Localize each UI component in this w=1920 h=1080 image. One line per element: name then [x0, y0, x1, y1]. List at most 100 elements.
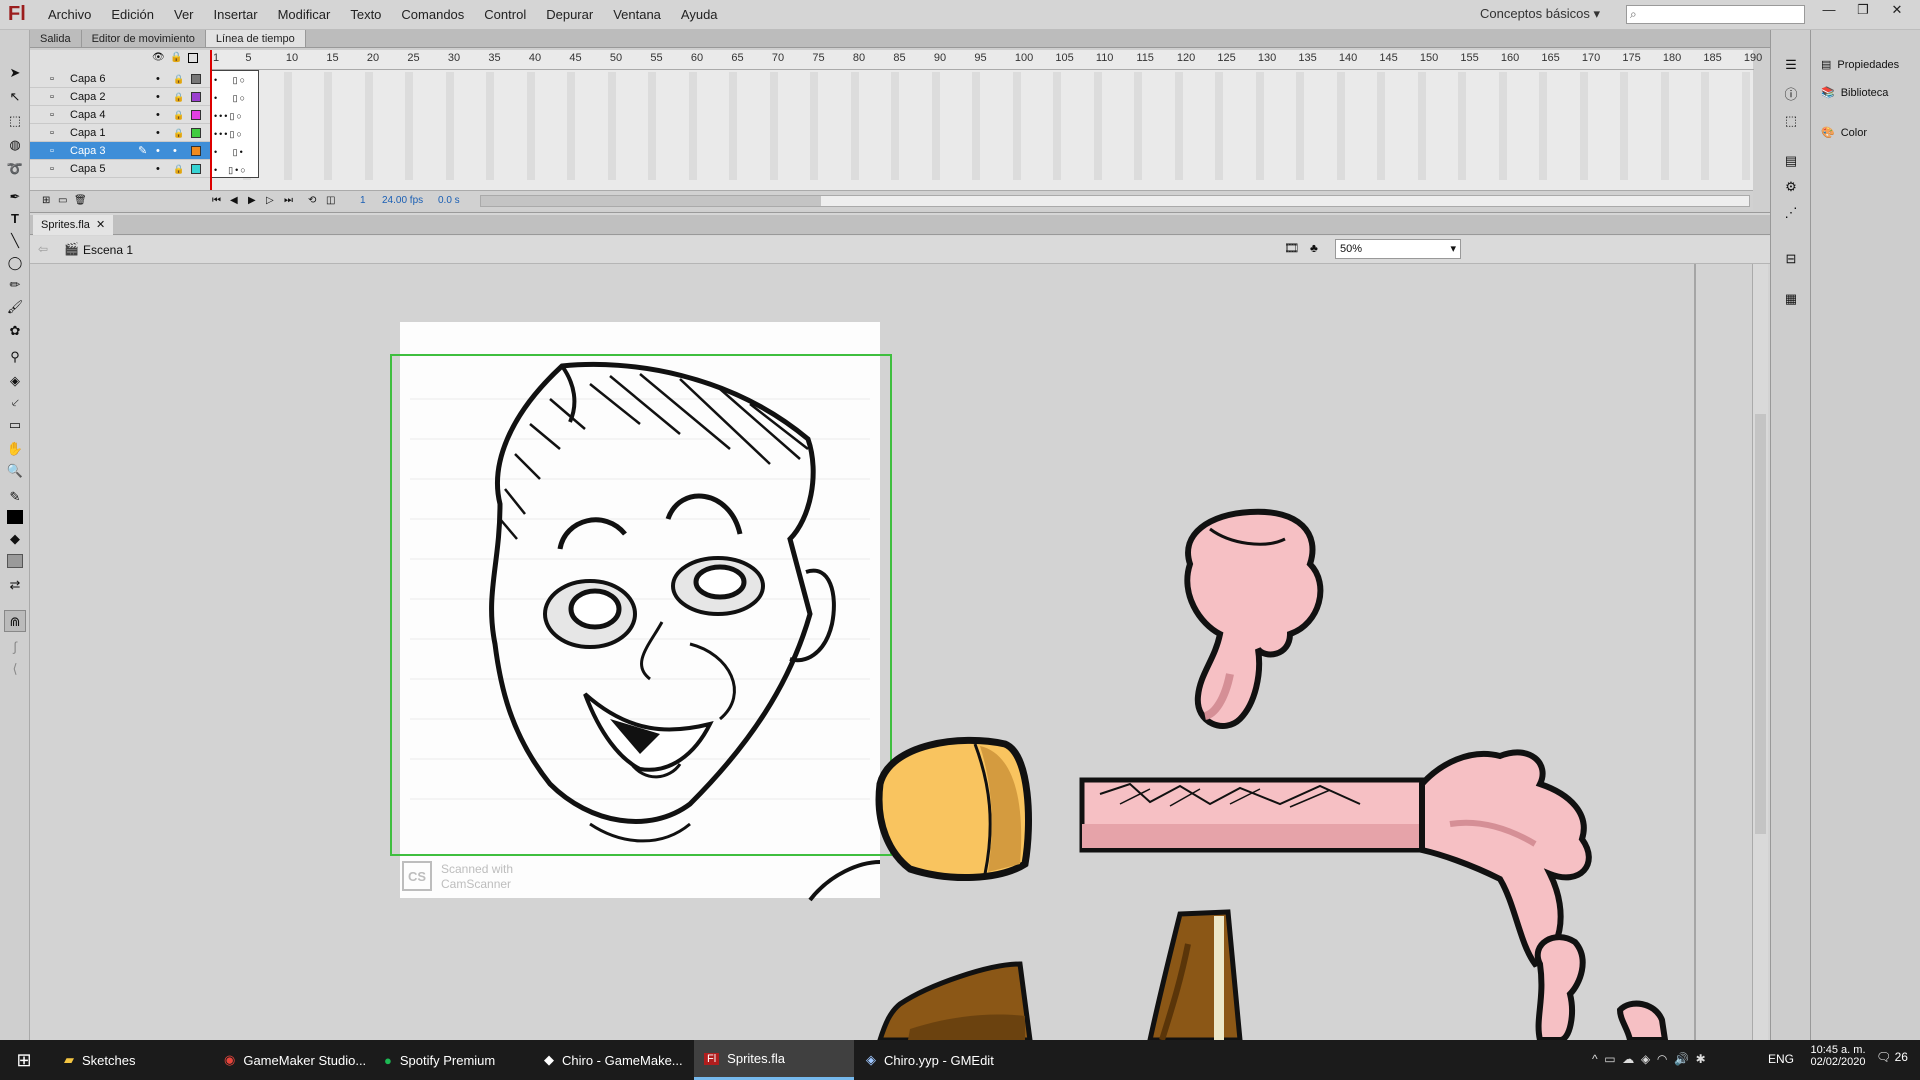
subselection-tool-icon[interactable]: ↖ [4, 86, 26, 108]
visible-dot[interactable]: • [156, 124, 160, 142]
current-frame[interactable]: 1 [360, 191, 366, 211]
frame-grid[interactable]: 1 5 10 15 20 25 30 35 40 45 50 55 60 65 70 75 80 85 90 95 10… [210, 50, 1762, 210]
step-forward-icon[interactable]: ▷ [266, 191, 274, 211]
visible-dot[interactable]: • [156, 70, 160, 88]
stage-vertical-scrollbar[interactable] [1752, 264, 1768, 1040]
panel-color[interactable]: 🎨 Color [1821, 126, 1867, 140]
taskbar-item-active[interactable]: Fl Sprites.fla [694, 1040, 854, 1080]
tab-timeline[interactable]: Línea de tiempo [205, 30, 306, 47]
layer-row[interactable]: ▫ Capa 2 • 🔒 [30, 88, 210, 106]
visible-dot[interactable]: • [156, 106, 160, 124]
bone-tool-icon[interactable]: ⚲ [4, 346, 26, 368]
playhead[interactable] [210, 50, 215, 190]
free-transform-tool-icon[interactable]: ⬚ [4, 110, 26, 132]
scroll-thumb[interactable] [481, 196, 821, 206]
taskbar-item[interactable]: ◈ Chiro.yyp - GMEdit [856, 1040, 1004, 1080]
swatches-panel-icon[interactable]: ▦ [1780, 288, 1802, 310]
go-last-icon[interactable]: ⏭ [284, 191, 293, 211]
zoom-select[interactable]: 50% ▾ [1335, 239, 1461, 259]
close-button[interactable]: ✕ [1880, 0, 1914, 22]
panel-library[interactable]: 📚 Biblioteca [1821, 86, 1888, 100]
taskbar-item[interactable]: ◉ GameMaker Studio... [214, 1040, 376, 1080]
thumb-down-hand-sprite[interactable] [1184, 508, 1324, 729]
fill-color-icon[interactable]: ◆ [4, 528, 26, 550]
menu-ver[interactable]: Ver [164, 0, 204, 30]
zoom-tool-icon[interactable]: 🔍 [4, 460, 26, 482]
line-tool-icon[interactable]: ╲ [4, 230, 26, 252]
eraser-tool-icon[interactable]: ▭ [4, 414, 26, 436]
deco-tool-icon[interactable]: ✿ [4, 320, 26, 342]
play-icon[interactable]: ▶ [248, 191, 256, 211]
selection-tool-icon[interactable]: ➤ [4, 62, 26, 84]
boot-sprite[interactable] [877, 909, 1243, 1040]
menu-ventana[interactable]: Ventana [603, 0, 671, 30]
info-panel-icon[interactable]: ⓘ [1780, 84, 1802, 106]
text-tool-icon[interactable]: T [4, 208, 26, 230]
workspace-switcher[interactable]: Conceptos básicos ▾ [1480, 0, 1600, 28]
breadcrumb-scene[interactable]: Escena 1 [83, 243, 133, 257]
layer-color-swatch[interactable] [191, 92, 201, 102]
back-arrow-icon[interactable]: ⇦ [38, 242, 48, 256]
layer-color-swatch[interactable] [191, 164, 201, 174]
menu-control[interactable]: Control [474, 0, 536, 30]
brush-tool-icon[interactable]: 🖌 [4, 296, 26, 318]
stage-canvas[interactable]: CS Scanned with CamScanner [30, 264, 1770, 1040]
pencil-tool-icon[interactable]: ✏ [4, 274, 26, 296]
help-search-input[interactable]: ⌕ [1626, 5, 1805, 24]
visible-dot[interactable]: • [173, 142, 177, 160]
lasso-tool-icon[interactable]: ➰ [4, 158, 26, 180]
notification-icon[interactable]: 🗨 26 [1876, 1050, 1908, 1064]
close-icon[interactable]: ✕ [96, 219, 105, 231]
menu-archivo[interactable]: Archivo [38, 0, 101, 30]
keyframes-block[interactable]: • ▯○ • ▯○ •••▯○ •••▯○ • ▯• • ▯•○ [211, 70, 259, 178]
minimize-button[interactable]: — [1812, 0, 1846, 22]
stroke-color-icon[interactable]: ✎ [4, 486, 26, 508]
history-panel-icon[interactable]: ⊟ [1780, 248, 1802, 270]
layer-color-swatch[interactable] [191, 128, 201, 138]
layer-row-selected[interactable]: ▫ Capa 3 ✎ • • [30, 142, 210, 160]
taskbar-item[interactable]: ▰ Sketches [54, 1040, 145, 1080]
3d-rotation-tool-icon[interactable]: ◍ [4, 134, 26, 156]
onion-skin-icon[interactable]: ◫ [326, 191, 335, 211]
lock-icon[interactable]: 🔒 [170, 52, 182, 63]
components-icon[interactable]: ⚙ [1780, 176, 1802, 198]
lock-icon[interactable]: 🔒 [173, 88, 184, 106]
layer-color-swatch[interactable] [191, 110, 201, 120]
arm-sprite[interactable] [1079, 749, 1592, 968]
layer-row[interactable]: ▫ Capa 5 • 🔒 [30, 160, 210, 178]
new-layer-icon[interactable]: ⊞ [42, 191, 50, 211]
taskbar-item[interactable]: ◆ Chiro - GameMake... [534, 1040, 693, 1080]
menu-edicion[interactable]: Edición [101, 0, 164, 30]
hand-fragment-sprite[interactable] [1534, 934, 1669, 1040]
visible-dot[interactable]: • [156, 142, 160, 160]
layer-row[interactable]: ▫ Capa 6 • 🔒 [30, 70, 210, 88]
clock[interactable]: 10:45 a. m. 02/02/2020 [1808, 1044, 1868, 1068]
eyedropper-tool-icon[interactable]: ⸔ [4, 392, 26, 414]
timeline-scrollbar[interactable] [480, 195, 1750, 207]
start-button[interactable]: ⊞ [4, 1040, 44, 1080]
align-panel-icon[interactable]: ☰ [1780, 54, 1802, 76]
lock-icon[interactable]: 🔒 [173, 160, 184, 178]
visible-dot[interactable]: • [156, 160, 160, 178]
layer-color-swatch[interactable] [191, 146, 201, 156]
menu-comandos[interactable]: Comandos [391, 0, 474, 30]
snap-to-objects-icon[interactable]: ⋒ [4, 610, 26, 632]
menu-modificar[interactable]: Modificar [268, 0, 341, 30]
hand-tool-icon[interactable]: ✋ [4, 438, 26, 460]
language-indicator[interactable]: ENG [1768, 1052, 1794, 1066]
motion-presets-icon[interactable]: ⋰ [1780, 202, 1802, 224]
scanned-sketch-image[interactable]: CS Scanned with CamScanner [390, 322, 892, 898]
new-folder-icon[interactable]: ▭ [58, 191, 67, 211]
step-back-icon[interactable]: ◀ [230, 191, 238, 211]
loop-icon[interactable]: ⟲ [308, 191, 316, 211]
frame-rate[interactable]: 24.00 fps [382, 191, 423, 211]
edit-symbol-icon[interactable]: ♣ [1310, 241, 1318, 255]
outline-icon[interactable] [188, 53, 198, 63]
panel-properties[interactable]: ▤ Propiedades [1821, 58, 1899, 72]
taskbar-item[interactable]: ● Spotify Premium [374, 1040, 505, 1080]
lock-icon[interactable]: 🔒 [173, 106, 184, 124]
tray-icons[interactable]: ^ ▭ ☁ ◈ ◠ 🔊 ✱ [1592, 1052, 1706, 1066]
menu-texto[interactable]: Texto [340, 0, 391, 30]
menu-depurar[interactable]: Depurar [536, 0, 603, 30]
tab-output[interactable]: Salida [30, 30, 82, 47]
